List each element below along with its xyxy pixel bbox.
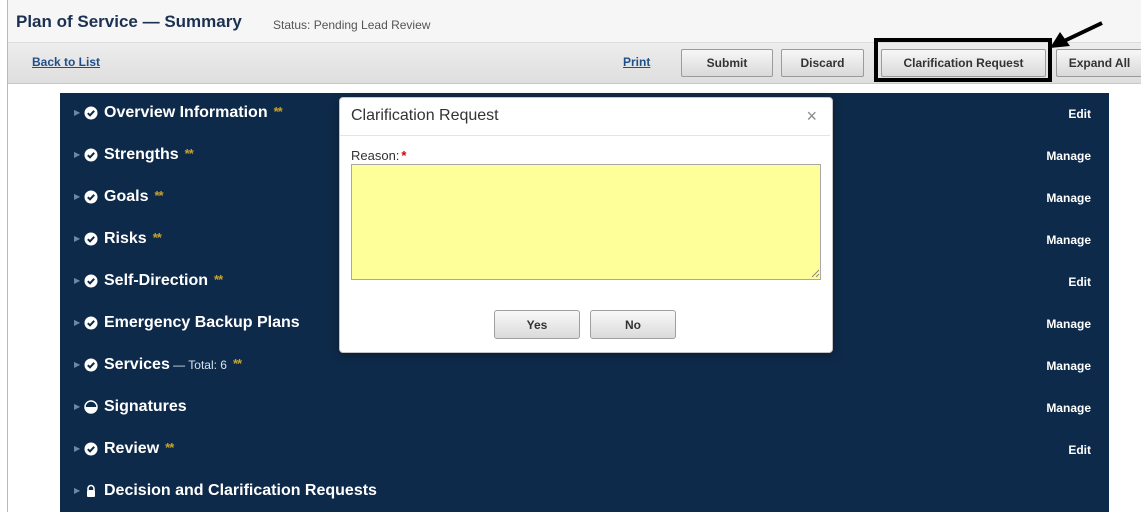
clarification-request-dialog: Clarification Request × Reason: * Yes No [339,97,833,353]
expand-triangle-icon[interactable]: ▶ [74,192,80,201]
section-title: Signatures [104,398,187,415]
page-title: Plan of Service — Summary [16,12,242,31]
expand-triangle-icon[interactable]: ▶ [74,444,80,453]
dialog-header: Clarification Request × [340,98,830,136]
check-circle-icon [84,442,98,456]
section-title: Emergency Backup Plans [104,314,300,331]
stars-marker: ** [152,230,162,245]
section-title: Overview Information ** [104,104,283,121]
resize-grip-icon[interactable] [810,268,820,278]
section-title: Services — Total: 6 ** [104,356,242,373]
expand-triangle-icon[interactable]: ▶ [74,402,80,411]
section-row-signatures[interactable]: ▶ Signatures Manage [60,387,1109,429]
manage-link[interactable]: Manage [1046,191,1091,205]
dialog-title: Clarification Request [351,107,499,124]
lock-icon [87,484,95,497]
check-circle-icon [84,190,98,204]
expand-triangle-icon[interactable]: ▶ [74,486,80,495]
manage-link[interactable]: Manage [1046,359,1091,373]
title-bar: Plan of Service — Summary Status: Pendin… [8,0,1141,43]
expand-triangle-icon[interactable]: ▶ [74,318,80,327]
check-circle-icon [84,358,98,372]
manage-link[interactable]: Manage [1046,401,1091,415]
stars-marker: ** [232,356,242,371]
check-circle-icon [84,106,98,120]
submit-button[interactable]: Submit [681,49,773,77]
check-circle-icon [84,274,98,288]
page-frame: Plan of Service — Summary Status: Pendin… [7,0,1141,512]
manage-link[interactable]: Manage [1046,149,1091,163]
section-title: Risks ** [104,230,162,247]
yes-button[interactable]: Yes [494,310,580,339]
section-row-decision-clarification[interactable]: ▶ Decision and Clarification Requests [60,471,1109,513]
print-link[interactable]: Print [623,55,650,69]
expand-triangle-icon[interactable]: ▶ [74,276,80,285]
section-title: Strengths ** [104,146,194,163]
stars-marker: ** [165,440,174,455]
back-to-list-link[interactable]: Back to List [32,55,100,69]
reason-label: Reason: * [351,148,407,163]
edit-link[interactable]: Edit [1068,107,1091,121]
check-circle-icon [84,232,98,246]
edit-link[interactable]: Edit [1068,443,1091,457]
required-marker: * [401,148,407,163]
expand-all-button[interactable]: Expand All [1056,49,1141,77]
expand-triangle-icon[interactable]: ▶ [74,360,80,369]
stars-marker: ** [273,104,283,119]
check-circle-icon [84,148,98,162]
section-title: Review ** [104,440,174,457]
stars-marker: ** [154,188,163,203]
expand-triangle-icon[interactable]: ▶ [74,108,80,117]
edit-link[interactable]: Edit [1068,275,1091,289]
annotation-arrow-icon [1050,21,1103,48]
discard-button[interactable]: Discard [781,49,864,77]
no-button[interactable]: No [590,310,676,339]
expand-triangle-icon[interactable]: ▶ [74,150,80,159]
section-title: Decision and Clarification Requests [104,482,377,499]
stars-marker: ** [214,272,223,287]
reason-textarea[interactable] [351,164,821,280]
annotation-highlight-box [874,38,1052,82]
manage-link[interactable]: Manage [1046,317,1091,331]
check-circle-icon [84,316,98,330]
status-text: Status: Pending Lead Review [273,18,431,32]
manage-link[interactable]: Manage [1046,233,1091,247]
section-title: Goals ** [104,188,164,205]
section-row-review[interactable]: ▶ Review ** Edit [60,429,1109,471]
close-icon[interactable]: × [806,106,817,127]
stars-marker: ** [184,146,194,161]
section-title: Self-Direction ** [104,272,223,289]
half-circle-icon [84,400,98,414]
expand-triangle-icon[interactable]: ▶ [74,234,80,243]
services-total: — Total: 6 [169,358,227,372]
